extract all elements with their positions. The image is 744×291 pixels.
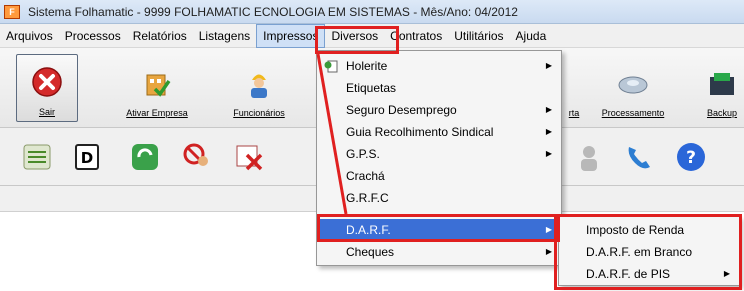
sliders-icon[interactable] bbox=[20, 140, 54, 174]
menu-processos[interactable]: Processos bbox=[59, 24, 127, 48]
menu-diversos[interactable]: Diversos bbox=[325, 24, 384, 48]
impressos-dropdown: Holerite ▶ Etiquetas Seguro Desemprego ▶… bbox=[316, 50, 562, 266]
title-bar: F Sistema Folhamatic - 9999 FOLHAMATIC E… bbox=[0, 0, 744, 24]
imposto-renda-label: Imposto de Renda bbox=[586, 223, 685, 237]
holerite-label: Holerite bbox=[346, 59, 388, 73]
menu-cheques[interactable]: Cheques ▶ bbox=[318, 241, 560, 263]
submenu-arrow-icon: ▶ bbox=[545, 247, 552, 256]
menu-darf-de-pis[interactable]: D.A.R.F. de PIS ▶ bbox=[560, 263, 738, 285]
phone-icon[interactable] bbox=[622, 140, 656, 174]
menu-utilitarios[interactable]: Utilitários bbox=[448, 24, 509, 48]
sair-button[interactable]: Sair bbox=[16, 54, 78, 122]
svg-text:D: D bbox=[81, 149, 93, 167]
menu-guia-recolhimento-sindical[interactable]: Guia Recolhimento Sindical ▶ bbox=[318, 121, 560, 143]
menu-seguro-desemprego[interactable]: Seguro Desemprego ▶ bbox=[318, 99, 560, 121]
funcionarios-button[interactable]: Funcionários bbox=[224, 54, 294, 122]
submenu-arrow-icon: ▶ bbox=[723, 269, 730, 278]
menu-holerite[interactable]: Holerite ▶ bbox=[318, 55, 560, 77]
menu-listagens[interactable]: Listagens bbox=[193, 24, 256, 48]
etiquetas-label: Etiquetas bbox=[346, 81, 397, 95]
submenu-arrow-icon: ▶ bbox=[545, 225, 552, 234]
gps-label: G.P.S. bbox=[346, 147, 380, 161]
holerite-icon bbox=[324, 60, 338, 73]
menu-grfc[interactable]: G.R.F.C bbox=[318, 187, 560, 209]
sair-label: Sair bbox=[38, 107, 55, 117]
help-icon[interactable]: ? bbox=[674, 140, 708, 174]
ativar-empresa-label: Ativar Empresa bbox=[126, 108, 188, 118]
menu-relatorios[interactable]: Relatórios bbox=[127, 24, 193, 48]
document-d-icon[interactable]: D bbox=[70, 140, 104, 174]
menu-impressos[interactable]: Impressos bbox=[256, 23, 326, 48]
funcionarios-label: Funcionários bbox=[233, 108, 285, 118]
processamento-label: Processamento bbox=[601, 108, 665, 118]
no-people-icon[interactable] bbox=[180, 140, 214, 174]
menu-bar: Arquivos Processos Relatórios Listagens … bbox=[0, 23, 744, 48]
cheques-label: Cheques bbox=[346, 245, 395, 259]
backup-label: Backup bbox=[706, 108, 738, 118]
menu-contratos[interactable]: Contratos bbox=[384, 24, 448, 48]
calendar-delete-icon[interactable] bbox=[232, 140, 266, 174]
processamento-button[interactable]: Processamento bbox=[592, 54, 674, 122]
menu-ajuda[interactable]: Ajuda bbox=[510, 24, 553, 48]
sync-icon[interactable] bbox=[128, 140, 162, 174]
backup-icon bbox=[705, 66, 739, 100]
app-icon: F bbox=[4, 4, 20, 19]
cracha-label: Crachá bbox=[346, 169, 385, 183]
submenu-arrow-icon: ▶ bbox=[545, 149, 552, 158]
svg-text:?: ? bbox=[686, 148, 696, 168]
menu-gps[interactable]: G.P.S. ▶ bbox=[318, 143, 560, 165]
darf-branco-label: D.A.R.F. em Branco bbox=[586, 245, 693, 259]
seguro-desemprego-label: Seguro Desemprego bbox=[346, 103, 457, 117]
building-check-icon bbox=[140, 66, 174, 100]
gear-disc-icon bbox=[616, 66, 650, 100]
darf-pis-label: D.A.R.F. de PIS bbox=[586, 267, 671, 281]
window-title: Sistema Folhamatic - 9999 FOLHAMATIC ECN… bbox=[28, 4, 518, 19]
submenu-arrow-icon: ▶ bbox=[545, 127, 552, 136]
exit-icon bbox=[30, 65, 64, 99]
person-icon[interactable] bbox=[572, 140, 606, 174]
worker-icon bbox=[242, 66, 276, 100]
guia-recolhimento-label: Guia Recolhimento Sindical bbox=[346, 125, 494, 139]
menu-arquivos[interactable]: Arquivos bbox=[0, 24, 59, 48]
rta-label: rta bbox=[568, 108, 580, 118]
ativar-empresa-button[interactable]: Ativar Empresa bbox=[124, 54, 190, 122]
menu-darf-em-branco[interactable]: D.A.R.F. em Branco bbox=[560, 241, 738, 263]
menu-etiquetas[interactable]: Etiquetas bbox=[318, 77, 560, 99]
submenu-arrow-icon: ▶ bbox=[545, 105, 552, 114]
grfc-label: G.R.F.C bbox=[346, 191, 389, 205]
darf-label: D.A.R.F. bbox=[346, 223, 391, 237]
darf-submenu: Imposto de Renda D.A.R.F. em Branco D.A.… bbox=[558, 216, 740, 286]
rta-button[interactable]: rta bbox=[562, 54, 586, 122]
submenu-arrow-icon: ▶ bbox=[545, 61, 552, 70]
menu-darf[interactable]: D.A.R.F. ▶ bbox=[318, 219, 560, 241]
backup-button[interactable]: Backup bbox=[700, 54, 744, 122]
menu-imposto-de-renda[interactable]: Imposto de Renda bbox=[560, 219, 738, 241]
menu-cracha[interactable]: Crachá bbox=[318, 165, 560, 187]
